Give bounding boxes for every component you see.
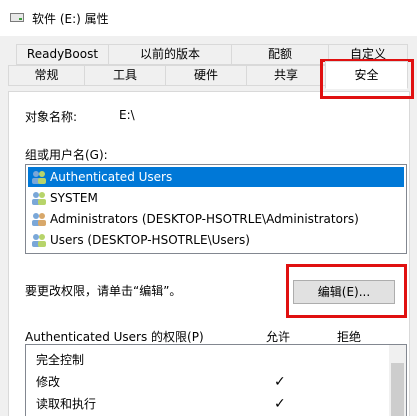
allow-check: ✓: [274, 374, 286, 390]
tab-general[interactable]: 常规: [8, 65, 85, 86]
list-item-users[interactable]: Users (DESKTOP-HSOTRLE\Users): [28, 230, 404, 250]
user-name: Authenticated Users: [50, 170, 173, 184]
tab-readyboost[interactable]: ReadyBoost: [16, 44, 109, 65]
user-name: Administrators (DESKTOP-HSOTRLE\Administ…: [50, 212, 359, 226]
users-listbox[interactable]: Authenticated Users SYSTEM Administrator…: [25, 164, 407, 254]
permissions-scrollbar[interactable]: [389, 345, 406, 416]
permission-name: 修改: [36, 375, 61, 389]
user-name: SYSTEM: [50, 191, 98, 205]
permissions-header: Authenticated Users 的权限(P): [25, 330, 204, 344]
security-panel: 对象名称: E:\ 组或用户名(G): Authenticated Users …: [8, 91, 410, 416]
tab-previous-versions[interactable]: 以前的版本: [108, 44, 232, 65]
permission-row: 完全控制: [26, 349, 386, 371]
object-name-value: E:\: [119, 108, 135, 122]
list-item-authenticated-users[interactable]: Authenticated Users: [28, 167, 404, 187]
scrollbar-thumb[interactable]: [391, 363, 404, 416]
group-users-label: 组或用户名(G):: [25, 148, 108, 162]
tab-hardware[interactable]: 硬件: [165, 65, 247, 86]
tab-security[interactable]: 安全: [325, 61, 408, 89]
permissions-list[interactable]: 完全控制 修改 ✓ 读取和执行 ✓: [25, 344, 407, 416]
list-item-system[interactable]: SYSTEM: [28, 188, 404, 208]
users-group-icon: [32, 234, 46, 247]
tab-quota[interactable]: 配额: [231, 44, 329, 65]
permission-name: 读取和执行: [36, 397, 97, 411]
change-permissions-hint: 要更改权限，请单击“编辑”。: [25, 284, 182, 298]
list-item-administrators[interactable]: Administrators (DESKTOP-HSOTRLE\Administ…: [28, 209, 404, 229]
tab-tools[interactable]: 工具: [84, 65, 166, 86]
tab-sharing[interactable]: 共享: [246, 65, 326, 86]
users-group-icon: [32, 192, 46, 205]
users-group-icon: [32, 171, 46, 184]
allow-column-header: 允许: [266, 330, 291, 344]
permission-name: 完全控制: [36, 353, 85, 367]
tab-strip: ReadyBoost 以前的版本 配额 自定义 常规 工具 硬件 共享 安全: [0, 36, 417, 92]
permission-row: 读取和执行 ✓: [26, 393, 386, 415]
title-bar: 软件 (E:) 属性: [0, 0, 417, 36]
allow-check: ✓: [274, 396, 286, 412]
highlight-edit-button: [286, 264, 407, 318]
window-title: 软件 (E:) 属性: [32, 12, 109, 26]
permission-row: 修改 ✓: [26, 371, 386, 393]
deny-column-header: 拒绝: [337, 330, 362, 344]
users-group-icon: [32, 213, 46, 226]
object-name-label: 对象名称:: [25, 110, 78, 124]
user-name: Users (DESKTOP-HSOTRLE\Users): [50, 233, 250, 247]
drive-icon: [10, 13, 24, 22]
